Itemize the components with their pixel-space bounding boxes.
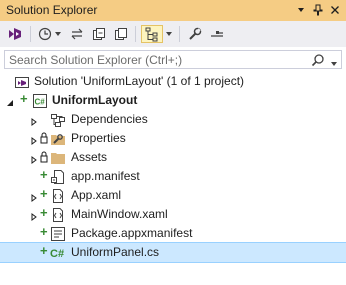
svg-text:C#: C# [35, 98, 46, 107]
added-indicator-icon: + [40, 205, 48, 220]
collapsed-arrow-icon[interactable] [30, 210, 38, 224]
chevron-down-icon[interactable] [293, 2, 309, 18]
history-icon[interactable] [36, 25, 54, 43]
tree-item-label: Package.appxmanifest [71, 226, 193, 240]
tree-item-dependencies[interactable]: Dependencies [0, 110, 346, 129]
search-input[interactable]: Search Solution Explorer (Ctrl+;) [9, 53, 182, 67]
tree-item-project[interactable]: + C# UniformLayout [0, 91, 346, 110]
tree-item-label: app.manifest [71, 169, 140, 183]
vs-switch-view-icon[interactable] [6, 25, 24, 43]
history-dropdown-icon[interactable] [54, 25, 62, 43]
close-icon[interactable] [327, 2, 343, 18]
preview-icon[interactable] [208, 25, 226, 43]
added-indicator-icon: + [40, 224, 48, 239]
added-indicator-icon: + [40, 243, 48, 258]
added-indicator-icon: + [20, 91, 28, 106]
collapsed-arrow-icon[interactable] [30, 115, 38, 129]
show-all-files-icon[interactable] [112, 25, 130, 43]
tree-item-label: App.xaml [71, 188, 122, 202]
properties-wrench-icon[interactable] [186, 25, 204, 43]
collapse-all-icon[interactable] [90, 25, 108, 43]
search-box[interactable]: Search Solution Explorer (Ctrl+;) [4, 50, 342, 69]
tree-item-label: Properties [71, 131, 126, 145]
tree-item-app-xaml[interactable]: + App.xaml [0, 186, 346, 205]
solution-label: Solution 'UniformLayout' (1 of 1 project… [34, 74, 245, 88]
project-label: UniformLayout [52, 93, 138, 107]
toolbar [0, 21, 346, 47]
sync-active-document-icon[interactable] [141, 25, 163, 43]
csharp-file-icon: C# [50, 245, 68, 264]
svg-text:C#: C# [50, 248, 64, 260]
tree-item-label: UniformPanel.cs [71, 245, 160, 259]
tree-item-package-appxmanifest[interactable]: + Package.appxmanifest [0, 224, 346, 243]
tree-item-label: Dependencies [71, 112, 148, 126]
filter-dropdown-icon[interactable] [165, 25, 173, 43]
tree-item-properties[interactable]: Properties [0, 129, 346, 148]
lock-icon [40, 151, 48, 166]
search-options-dropdown-icon[interactable] [330, 57, 338, 71]
expanded-arrow-icon[interactable] [6, 96, 14, 110]
tree-item-app-manifest[interactable]: + app.manifest [0, 167, 346, 186]
search-icon[interactable] [311, 53, 325, 70]
added-indicator-icon: + [40, 167, 48, 182]
sync-icon[interactable] [68, 25, 86, 43]
tree-item-mainwindow-xaml[interactable]: + MainWindow.xaml [0, 205, 346, 224]
tree-item-label: Assets [71, 150, 108, 164]
title-bar: Solution Explorer [0, 0, 346, 21]
tree-item-solution[interactable]: Solution 'UniformLayout' (1 of 1 project… [0, 72, 346, 91]
tree-item-assets[interactable]: Assets [0, 148, 346, 167]
pin-icon[interactable] [310, 2, 326, 18]
tree-item-uniformpanel-cs[interactable]: + C# UniformPanel.cs [0, 242, 346, 264]
added-indicator-icon: + [40, 186, 48, 201]
collapsed-arrow-icon[interactable] [30, 191, 38, 205]
lock-icon [40, 132, 48, 147]
tree-item-label: MainWindow.xaml [71, 207, 168, 221]
collapsed-arrow-icon[interactable] [30, 134, 38, 148]
window-title: Solution Explorer [6, 3, 98, 17]
collapsed-arrow-icon[interactable] [30, 153, 38, 167]
